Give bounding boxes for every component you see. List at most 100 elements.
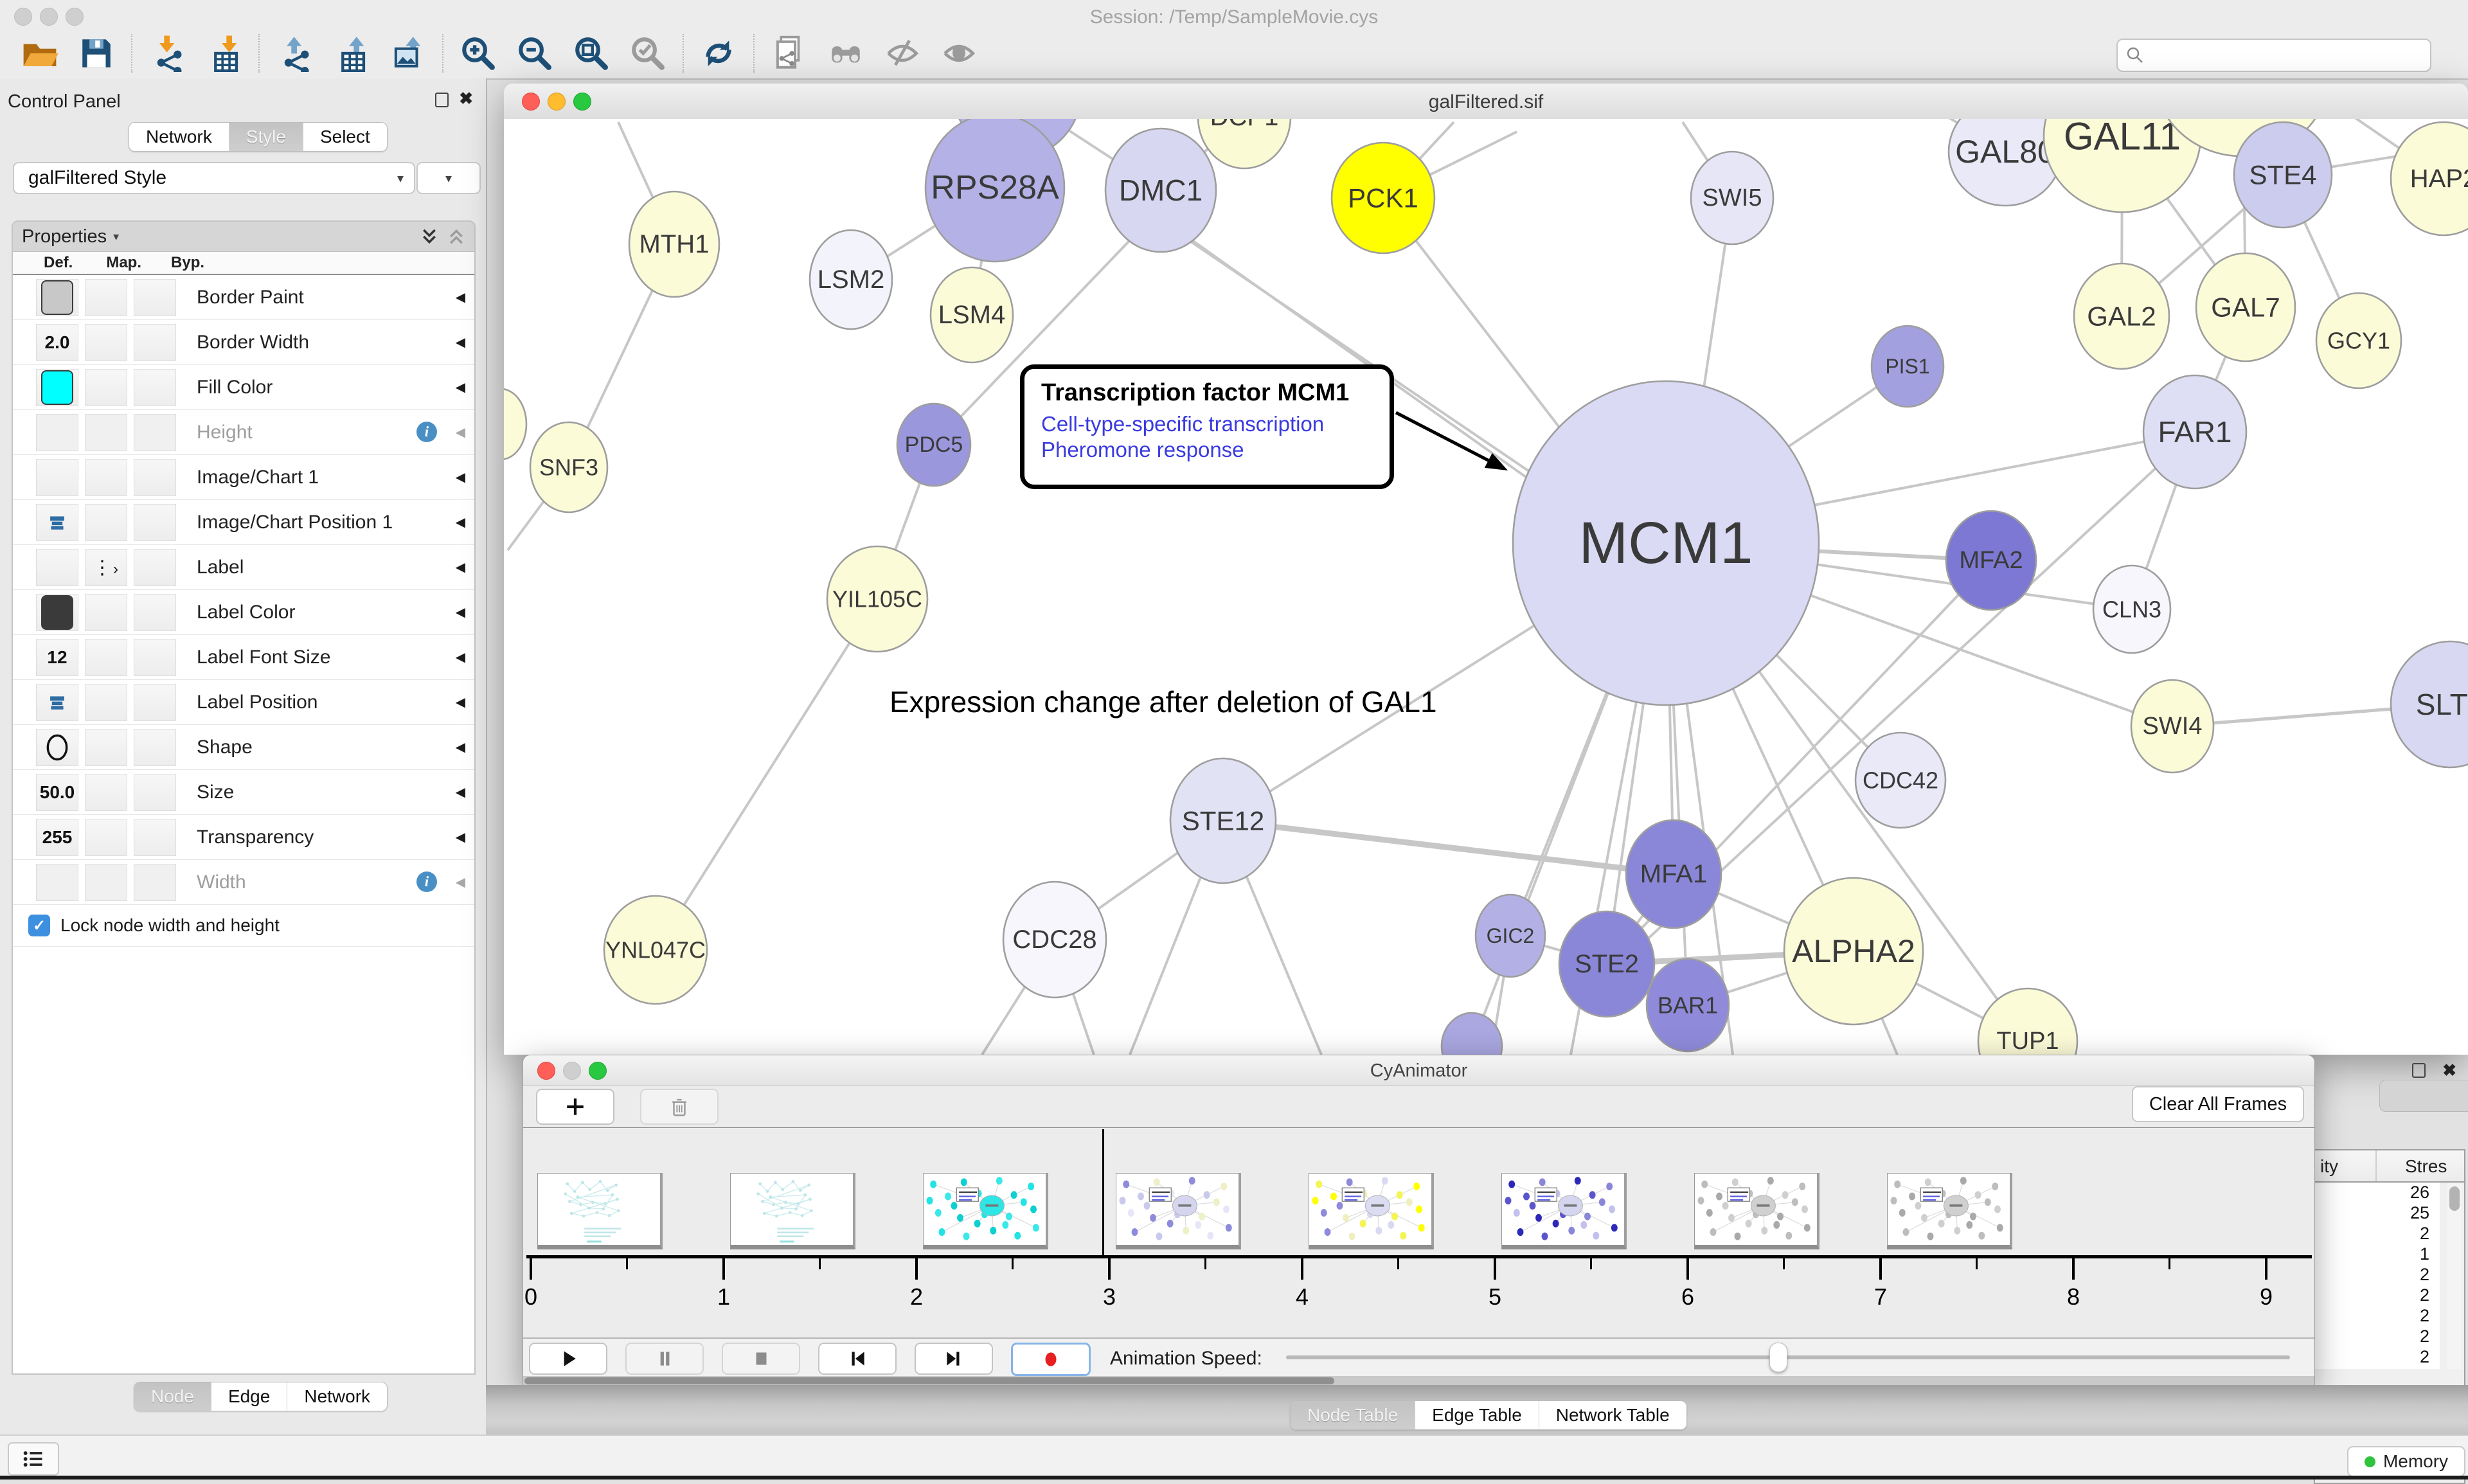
table-scrollbar[interactable]	[2447, 1183, 2462, 1369]
bypass-cell[interactable]	[134, 864, 176, 901]
table-cell[interactable]: 2	[2315, 1285, 2440, 1306]
animation-timeline[interactable]: 0123456789Seconds	[523, 1128, 2314, 1337]
expand-property-icon[interactable]: ◀	[456, 770, 465, 814]
mapping-cell[interactable]	[85, 369, 127, 406]
default-value-cell[interactable]	[36, 279, 78, 316]
network-node[interactable]	[1442, 1013, 1502, 1055]
mapping-cell[interactable]	[85, 279, 127, 316]
default-value-cell[interactable]: 50.0	[36, 774, 78, 811]
prev-button[interactable]	[818, 1343, 897, 1375]
mapping-cell[interactable]	[85, 504, 127, 541]
search-input[interactable]	[2152, 44, 2430, 66]
tab-node-table[interactable]: Node Table	[1291, 1401, 1415, 1429]
bypass-cell[interactable]	[134, 819, 176, 856]
table-header[interactable]: ity Stres	[2315, 1150, 2464, 1183]
property-row[interactable]: Image/Chart Position 1◀	[13, 500, 474, 545]
network-node[interactable]: MCM1	[1513, 381, 1819, 705]
bypass-cell[interactable]	[134, 549, 176, 586]
keyframe-thumbnail[interactable]	[1501, 1173, 1627, 1249]
network-node[interactable]: YIL105C	[827, 546, 927, 652]
slider-thumb[interactable]	[1769, 1343, 1787, 1372]
hide-details-icon[interactable]	[883, 33, 922, 74]
bypass-cell[interactable]	[134, 594, 176, 631]
mapping-cell[interactable]	[85, 414, 127, 451]
property-row[interactable]: Label Position◀	[13, 680, 474, 725]
timeline-playhead[interactable]	[1102, 1129, 1104, 1256]
network-canvas[interactable]: RPS28ADMC1DCP1PCK1MTH1LSM2LSM4SNF3PDC5YI…	[504, 119, 2468, 1055]
tab-network-table[interactable]: Network Table	[1539, 1401, 1686, 1429]
import-table-icon[interactable]	[204, 33, 243, 74]
property-row[interactable]: 2.0Border Width◀	[13, 320, 474, 365]
property-row[interactable]: 50.0Size◀	[13, 770, 474, 815]
expand-property-icon[interactable]: ◀	[456, 500, 465, 544]
property-row[interactable]: Image/Chart 1◀	[13, 455, 474, 500]
network-node[interactable]: PCK1	[1332, 143, 1435, 253]
pause-button[interactable]	[625, 1343, 704, 1375]
network-node[interactable]: RPS28A	[926, 119, 1064, 262]
table-cell[interactable]: 26	[2315, 1183, 2440, 1203]
zoom-selected-icon[interactable]	[629, 33, 667, 74]
annotation-link[interactable]: Pheromone response	[1041, 438, 1373, 462]
network-node[interactable]: CDC42	[1855, 733, 1945, 828]
task-history-button[interactable]	[8, 1442, 59, 1476]
add-frame-button[interactable]	[536, 1089, 614, 1125]
float-panel-icon[interactable]	[435, 93, 449, 111]
network-node[interactable]: TUP1	[1978, 988, 2077, 1055]
property-row[interactable]: 12Label Font Size◀	[13, 635, 474, 680]
bypass-cell[interactable]	[134, 729, 176, 766]
annotation-box[interactable]: Transcription factor MCM1 Cell-type-spec…	[1020, 364, 1394, 489]
network-node[interactable]: PDC5	[897, 404, 970, 486]
default-value-cell[interactable]: 2.0	[36, 324, 78, 361]
property-row[interactable]: Fill Color◀	[13, 365, 474, 410]
expand-all-icon[interactable]	[420, 228, 438, 245]
network-node[interactable]: MFA1	[1626, 820, 1721, 928]
record-button[interactable]	[1011, 1343, 1091, 1376]
property-row[interactable]: ⋮›Label◀	[13, 545, 474, 590]
keyframe-thumbnail[interactable]	[1694, 1173, 1820, 1249]
network-node[interactable]: YNL047C	[604, 896, 707, 1004]
column-ity[interactable]: ity	[2320, 1156, 2338, 1177]
close-panel-icon[interactable]: ✖	[2442, 1060, 2456, 1080]
tab-node-style[interactable]: Node	[134, 1382, 211, 1411]
mapping-cell[interactable]	[85, 819, 127, 856]
tab-select[interactable]: Select	[303, 123, 387, 151]
network-window-titlebar[interactable]: galFiltered.sif	[504, 84, 2468, 120]
network-node[interactable]	[504, 389, 526, 460]
table-cell[interactable]: 25	[2315, 1203, 2440, 1224]
default-value-cell[interactable]	[36, 504, 78, 541]
tab-edge-style[interactable]: Edge	[211, 1382, 287, 1411]
default-value-cell[interactable]	[36, 864, 78, 901]
expand-property-icon[interactable]: ◀	[456, 320, 465, 364]
mapping-cell[interactable]	[85, 684, 127, 721]
horizontal-scrollbar[interactable]	[523, 1376, 2314, 1386]
info-icon[interactable]: i	[416, 422, 437, 442]
network-node[interactable]: BAR1	[1647, 959, 1729, 1051]
bypass-cell[interactable]	[134, 414, 176, 451]
zoom-fit-icon[interactable]	[572, 33, 611, 74]
network-node[interactable]: MTH1	[629, 192, 719, 297]
network-node[interactable]: GIC2	[1476, 895, 1545, 977]
keyframe-thumbnail[interactable]	[1309, 1173, 1434, 1249]
play-button[interactable]	[529, 1343, 607, 1375]
default-value-cell[interactable]	[36, 459, 78, 496]
bypass-cell[interactable]	[134, 369, 176, 406]
table-cell[interactable]: 2	[2315, 1224, 2440, 1244]
mapping-cell[interactable]	[85, 864, 127, 901]
network-node[interactable]: SLT2	[2391, 641, 2468, 767]
network-document-icon[interactable]	[770, 33, 809, 74]
bypass-cell[interactable]	[134, 504, 176, 541]
network-node[interactable]: FAR1	[2143, 375, 2246, 488]
style-selector[interactable]: galFiltered Style ▾	[13, 162, 415, 194]
properties-header[interactable]: Properties ▾	[13, 222, 474, 252]
zoom-in-icon[interactable]	[459, 33, 497, 74]
network-node[interactable]: STE2	[1559, 911, 1654, 1017]
bypass-cell[interactable]	[134, 459, 176, 496]
mapping-cell[interactable]	[85, 594, 127, 631]
network-node[interactable]: ALPHA2	[1784, 878, 1923, 1024]
mapping-cell[interactable]	[85, 729, 127, 766]
network-node[interactable]: STE4	[2234, 122, 2332, 228]
expand-property-icon[interactable]: ◀	[456, 590, 465, 634]
network-node[interactable]: CDC28	[1003, 882, 1106, 997]
default-value-cell[interactable]	[36, 594, 78, 631]
network-node[interactable]: LSM2	[810, 230, 892, 329]
